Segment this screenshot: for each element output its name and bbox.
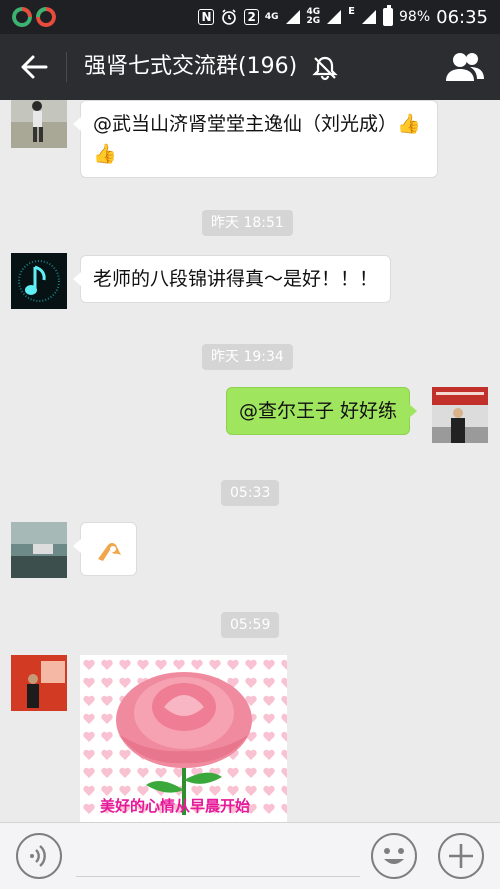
person-photo-icon (11, 522, 67, 578)
message-input[interactable] (76, 833, 360, 877)
status-bar: N 2 4G 4G 2G E 98% 06:35 (0, 0, 500, 34)
chat-area[interactable]: @武当山济肾堂堂主逸仙（刘光成）👍👍 昨天 18:51 老师的八段锦讲得真～是好… (0, 100, 500, 822)
data-type: E (348, 6, 355, 17)
voice-button[interactable] (16, 833, 62, 879)
message-bubble[interactable]: @武当山济肾堂堂主逸仙（刘光成）👍👍 (73, 100, 438, 178)
clock: 06:35 (436, 6, 488, 28)
timestamp: 昨天 18:51 (202, 210, 293, 236)
voice-icon (30, 845, 46, 867)
mute-bell-icon (312, 56, 338, 81)
battery-percent: 98% (399, 9, 431, 25)
alarm-icon (222, 9, 237, 25)
signal-icon (362, 10, 376, 24)
person-photo-icon (11, 655, 67, 711)
avatar[interactable] (11, 253, 67, 309)
timestamp: 05:33 (221, 480, 280, 506)
avatar[interactable] (432, 387, 488, 443)
app-notification-icon (12, 7, 32, 27)
message-text: 老师的八段锦讲得真～是好！！！ (93, 268, 379, 290)
message-bubble[interactable]: @查尔王子 好好练 (226, 387, 418, 435)
message-bubble[interactable] (73, 522, 137, 576)
signal-icon (327, 10, 342, 24)
emoji-icon (384, 848, 404, 864)
avatar[interactable] (11, 522, 67, 578)
emoji-button[interactable] (371, 833, 417, 879)
app-notification-icon (36, 7, 56, 27)
battery-icon (383, 5, 393, 26)
back-arrow-icon[interactable] (14, 50, 54, 84)
nfc-icon: N (198, 9, 215, 25)
divider (66, 52, 67, 82)
message-text: @查尔王子 好好练 (239, 400, 398, 422)
person-photo-icon (11, 100, 67, 148)
network-a: 4G (264, 11, 279, 22)
avatar[interactable] (11, 100, 67, 148)
person-photo-icon (432, 387, 488, 443)
chat-title: 强肾七式交流群(196) (84, 54, 298, 79)
chat-header: 强肾七式交流群(196) (0, 34, 500, 100)
message-bubble[interactable]: 老师的八段锦讲得真～是好！！！ (72, 255, 392, 303)
group-members-icon[interactable] (444, 48, 486, 86)
image-caption: 美好的心情从早晨开始 (100, 797, 251, 815)
timestamp: 昨天 19:34 (202, 344, 293, 370)
plus-icon (449, 844, 473, 868)
image-message[interactable]: 美好的心情从早晨开始 (80, 655, 287, 822)
avatar[interactable] (11, 655, 67, 711)
input-bar (0, 822, 500, 889)
more-button[interactable] (438, 833, 484, 879)
music-note-avatar-icon (11, 253, 67, 309)
signal-icon (285, 10, 300, 24)
network-b: 4G 2G (306, 7, 321, 26)
ok-hand-icon (98, 543, 121, 561)
message-text: @武当山济肾堂堂主逸仙（刘光成）👍👍 (93, 113, 421, 165)
sim-badge: 2 (244, 9, 259, 25)
timestamp: 05:59 (221, 612, 280, 638)
